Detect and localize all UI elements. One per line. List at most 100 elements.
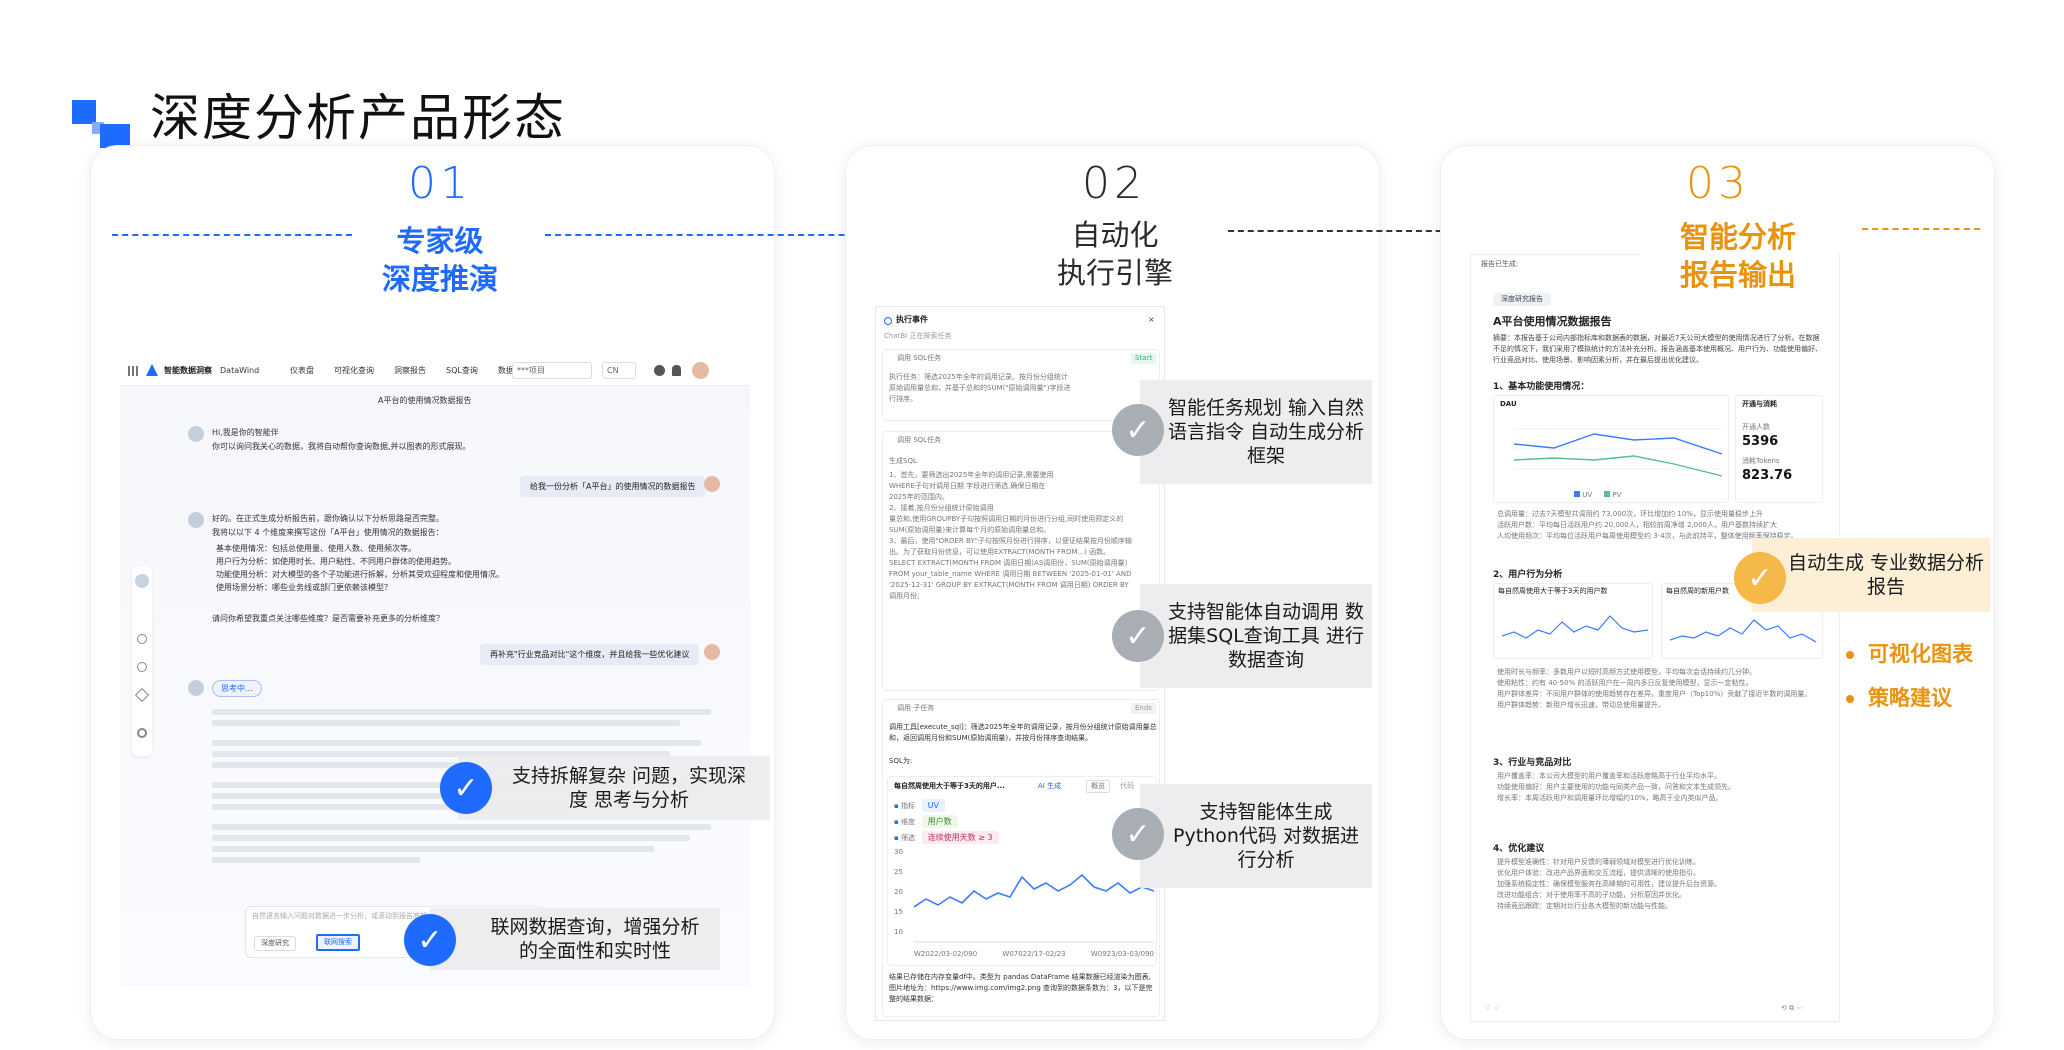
- report-title: A平台使用情况数据报告: [1493, 315, 1612, 328]
- panel-title: 执行事件: [896, 315, 928, 324]
- result-chart-card: 每自然周使用大于等于3天的用户... AI 生成 概览 代码 ▪ 指标 UV ▪…: [887, 776, 1157, 966]
- callout-task-planning: 智能任务规划 输入自然语言指令 自动生成分析框架: [1140, 380, 1372, 484]
- greeting-2: 你可以询问我关心的数据，我将自动帮你查询数据,并以图表的形式展现。: [212, 442, 471, 451]
- check-icon: ✓: [1112, 808, 1164, 860]
- feature-strategy: 策略建议: [1846, 682, 1952, 712]
- search-icon: [884, 317, 892, 325]
- step-3-number: 03: [1686, 158, 1750, 209]
- filter-row-metric: ▪ 指标 UV: [894, 799, 999, 812]
- sql-head: 生成SQL: [889, 457, 917, 465]
- step-1-label-line2: 深度推演: [381, 262, 498, 296]
- task-3-badge: Ends: [1131, 703, 1156, 714]
- list-item: 功能使用偏好：用户主要使用的功能与同类产品一致，问答和文本生成领先。: [1497, 783, 1735, 791]
- apps-grid-icon[interactable]: [128, 366, 138, 376]
- side-settings-icon[interactable]: [137, 728, 147, 738]
- callout-web-search: 联网数据查询，增强分析 的全面性和实时性: [430, 908, 720, 970]
- list-item: SELECT EXTRACT(MONTH FROM 调用日期)AS调用份，SUM…: [889, 559, 1128, 567]
- side-add-icon[interactable]: [137, 634, 147, 644]
- list-item: 增长率：本周活跃用户和调用量环比增幅约10%，略高于业内类似产品。: [1497, 794, 1723, 802]
- list-item: 基本使用情况：包括总使用量、使用人数、使用频次等。: [216, 544, 416, 553]
- nav-item-sql-query[interactable]: SQL查询: [446, 364, 478, 377]
- bot-avatar: [188, 426, 204, 442]
- list-item: 出。为了获取月份信息，可以使用EXTRACT(MONTH FROM...) 函数…: [889, 548, 1111, 556]
- result-text: 结果已存储在内存变量df中。类型为 pandas DataFrame 结果数据已…: [889, 973, 1153, 1003]
- callout-python: 支持智能体生成 Python代码 对数据进行分析: [1140, 784, 1372, 888]
- deep-research-button[interactable]: 深度研究: [254, 936, 296, 951]
- list-item: 调用月份;: [889, 592, 920, 600]
- step-1-number: 01: [408, 158, 472, 209]
- filter-icon: ▪: [894, 818, 901, 826]
- nav-item-dashboard[interactable]: 仪表盘: [290, 364, 314, 377]
- section-3-title: 3、行业与竞品对比: [1493, 758, 1572, 768]
- check-icon: ✓: [440, 762, 492, 814]
- mini-chart-1: 每自然周使用大于等于3天的用户数: [1493, 583, 1653, 659]
- nav-item-insight-report[interactable]: 洞察报告: [394, 364, 426, 377]
- chat-input-placeholder: 自然语言输入问题对数据进一步分析，或滚动到报告底部: [252, 912, 427, 920]
- filter-row-dim: ▪ 维度 用户数: [894, 815, 999, 828]
- section-4-title: 4、优化建议: [1493, 844, 1545, 854]
- user-message-2: 再补充"行业竞品对比"这个维度，并且给我一些优化建议: [480, 644, 700, 665]
- filter-row-filter: ▪ 筛选 连续使用天数 ≥ 3: [894, 831, 999, 844]
- callout-decompose: 支持拆解复杂 问题，实现深度 思考与分析: [458, 756, 770, 820]
- app-screen-chat: 智能数据洞察 DataWind 仪表盘 可视化查询 洞察报告 SQL查询 数据集…: [120, 356, 750, 986]
- bot-avatar-2: [188, 512, 204, 528]
- list-item: 加强系统稳定性：确保模型服务在高峰期的可用性，建议提升后台资源。: [1497, 880, 1721, 888]
- side-history-icon[interactable]: [137, 662, 147, 672]
- mini-chart-2-title: 每自然周的新用户数: [1666, 587, 1729, 595]
- filter-icon: ▪: [894, 834, 901, 842]
- report-title[interactable]: A平台的使用情况数据报告: [378, 394, 471, 407]
- step-3-label-line1: 智能分析: [1679, 220, 1796, 254]
- user-message-1: 给我一份分析「A平台」的使用情况的数据报告: [520, 476, 706, 497]
- copy-icon[interactable]: ⟲ ⧉ ⋯: [1781, 1003, 1803, 1014]
- side-avatar: [135, 574, 149, 588]
- section-4-bullets: 提升模型准确性：针对用户反馈的薄弱领域对模型进行优化训练。 优化用户体验：改进产…: [1497, 857, 1817, 912]
- app-logo-icon: [146, 364, 158, 376]
- series-uv: [1514, 433, 1722, 455]
- list-item: '2025-12-31' GROUP BY EXTRACT(MONTH FROM…: [889, 581, 1129, 589]
- dau-chart-card: DAU UV PV: [1493, 395, 1729, 503]
- step-2-label-line2: 执行引擎: [1056, 256, 1173, 290]
- task-1-badge: Start: [1131, 353, 1157, 364]
- chart-filters: ▪ 指标 UV ▪ 维度 用户数 ▪ 筛选 连续使用天数 ≥ 3: [894, 799, 999, 844]
- app-sub: DataWind: [220, 366, 260, 375]
- section-3-bullets: 用户覆盖率：本公司大模型的用户覆盖率和活跃度略高于行业平均水平。 功能使用偏好：…: [1497, 771, 1817, 804]
- list-item: 优化用户体验：改进产品界面和交互流程，提供清晰的使用指引。: [1497, 869, 1700, 877]
- list-item: 使用时长与频率：多数用户以短时高频方式使用模型，平均每次会话持续约几分钟。: [1497, 668, 1756, 676]
- lang-select[interactable]: CN: [602, 362, 636, 379]
- bell-icon[interactable]: [672, 365, 681, 376]
- report-summary: 摘要：本报告基于公司内部指标库和数据表的数据，对最近7天公司大模型的使用情况进行…: [1493, 334, 1822, 364]
- y-axis-ticks: 30 25 20 15 10: [894, 848, 903, 936]
- list-item: 用户覆盖率：本公司大模型的用户覆盖率和活跃度略高于行业平均水平。: [1497, 772, 1721, 780]
- avatar[interactable]: [692, 362, 709, 379]
- thinking-chip[interactable]: 思考中...: [212, 680, 262, 697]
- list-item: 使用场景分析：哪些业务线或部门更依赖该模型？: [216, 583, 392, 592]
- close-icon[interactable]: ×: [1148, 313, 1155, 326]
- list-item: 总调用量：过去7天模型共调用约 73,000次，环比增加约 10%，显示使用量稳…: [1497, 510, 1763, 518]
- bot-avatar-3: [188, 680, 204, 696]
- list-item: 2025年的范围内。: [889, 493, 949, 501]
- section-1-title: 1、基本功能使用情况：: [1493, 382, 1590, 392]
- code-button[interactable]: 代码: [1120, 781, 1134, 792]
- feature-chart: 可视化图表: [1846, 638, 1973, 668]
- filter-icon: ▪: [894, 802, 901, 810]
- kpi-label-2: 消耗Tokens: [1742, 457, 1780, 465]
- like-icon[interactable]: ♡ ♢: [1485, 1003, 1500, 1014]
- nav-item-visual-query[interactable]: 可视化查询: [334, 364, 374, 377]
- help-icon[interactable]: [654, 365, 665, 376]
- report-panel: 报告已生成: 深度研究报告 A平台使用情况数据报告 摘要：本报告基于公司内部指标…: [1470, 254, 1840, 1022]
- sql-label: SQL为:: [889, 757, 913, 765]
- overview-button[interactable]: 概览: [1086, 780, 1110, 793]
- dau-legend: UV PV: [1574, 490, 1621, 501]
- check-icon: ✓: [1112, 404, 1164, 456]
- app-name: 智能数据洞察: [164, 366, 212, 375]
- report-generated-head: 报告已生成:: [1481, 260, 1519, 268]
- step-2-label-line1: 自动化: [1071, 218, 1159, 252]
- task-3-text: 调用工具[execute_sql]：筛选2025年全年的调用记录，按月份分组统计…: [889, 723, 1157, 742]
- user-avatar-2: [704, 644, 720, 660]
- series-line: [914, 873, 1154, 908]
- kpi-value-2: 823.76: [1742, 468, 1793, 483]
- task-card-1: 调用 SQL任务 Start 执行任务：筛选2025年全年的调用记录。按月份分组…: [882, 349, 1160, 421]
- web-search-button[interactable]: 联网搜索: [316, 934, 360, 951]
- project-select[interactable]: ***项目: [512, 362, 592, 379]
- list-item: 功能使用分析：对大模型的各个子功能进行拆解，分析其受欢迎程度和使用情况。: [216, 570, 504, 579]
